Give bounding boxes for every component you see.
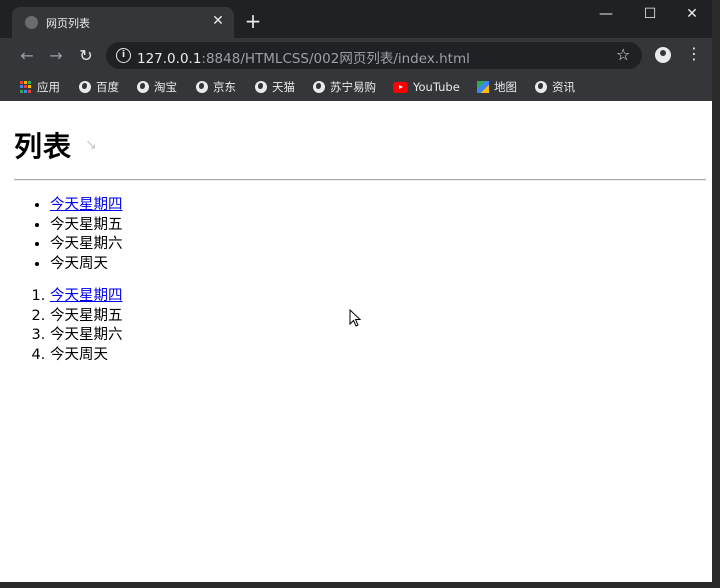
background-window-strip: [0, 582, 720, 588]
browser-toolbar: ← → ↻ i 127.0.0.1:8848/HTMLCSS/002网页列表/i…: [0, 38, 712, 73]
bookmark-youtube[interactable]: YouTube: [393, 79, 460, 95]
window-close-button[interactable]: ✕: [670, 0, 712, 30]
list-item: 今天星期六: [50, 326, 123, 346]
bookmark-label: 京东: [213, 80, 236, 94]
list-link[interactable]: 今天星期四: [50, 288, 123, 304]
maps-icon: [477, 81, 489, 93]
list-item: 今天周天: [50, 346, 123, 366]
maximize-button[interactable]: ☐: [628, 0, 672, 30]
ordered-list: 今天星期四 今天星期五 今天星期六 今天周天: [32, 287, 123, 365]
tab-active[interactable]: 网页列表 ✕: [12, 7, 234, 38]
bookmark-label: 资讯: [552, 80, 575, 94]
horizontal-rule: [14, 179, 706, 181]
globe-icon: [79, 81, 91, 93]
address-bar[interactable]: i 127.0.0.1:8848/HTMLCSS/002网页列表/index.h…: [106, 42, 642, 69]
bookmark-tmall[interactable]: 天猫: [255, 79, 295, 95]
minimize-button[interactable]: —: [584, 0, 628, 30]
bookmark-label: 苏宁易购: [330, 80, 376, 94]
new-tab-button[interactable]: +: [244, 11, 262, 31]
globe-icon: [137, 81, 149, 93]
close-icon[interactable]: ✕: [210, 13, 226, 29]
bookmark-suning[interactable]: 苏宁易购: [313, 79, 376, 95]
globe-icon: [255, 81, 267, 93]
url-text[interactable]: 127.0.0.1:8848/HTMLCSS/002网页列表/index.htm…: [137, 47, 470, 67]
bookmark-taobao[interactable]: 淘宝: [137, 79, 177, 95]
bookmark-apps[interactable]: 应用: [20, 79, 60, 95]
bookmark-label: YouTube: [413, 80, 460, 94]
apps-icon: [20, 81, 32, 93]
browser-window: 网页列表 ✕ + — ☐ ✕ ← → ↻ i 127.0.0.1:8848/HT…: [0, 0, 712, 582]
profile-avatar-icon[interactable]: [655, 47, 671, 63]
reload-button[interactable]: ↻: [76, 46, 96, 66]
bookmark-label: 地图: [494, 80, 517, 94]
browser-menu-button[interactable]: ⋮: [686, 44, 702, 63]
bookmark-label: 应用: [37, 80, 60, 94]
info-icon[interactable]: i: [116, 48, 131, 63]
mouse-cursor-icon: [349, 309, 361, 327]
bookmark-baidu[interactable]: 百度: [79, 79, 119, 95]
back-button[interactable]: ←: [17, 46, 37, 66]
list-item: 今天星期五: [50, 216, 123, 236]
bookmark-label: 天猫: [272, 80, 295, 94]
tab-title: 网页列表: [46, 17, 90, 30]
bookmark-label: 百度: [96, 80, 119, 94]
list-item[interactable]: 今天星期四: [50, 287, 123, 307]
arrow-down-right-icon: ↘: [85, 137, 97, 153]
globe-icon: [535, 81, 547, 93]
globe-icon: [196, 81, 208, 93]
unordered-list: 今天星期四 今天星期五 今天星期六 今天周天: [32, 196, 123, 274]
bookmark-maps[interactable]: 地图: [477, 79, 517, 95]
bookmark-jd[interactable]: 京东: [196, 79, 236, 95]
list-item: 今天星期五: [50, 307, 123, 327]
url-host: 127.0.0.1: [137, 51, 202, 67]
globe-icon: [25, 16, 38, 29]
page-content: 列表 ↘ 今天星期四 今天星期五 今天星期六 今天周天 今天星期四 今天星期五 …: [0, 101, 712, 582]
globe-icon: [313, 81, 325, 93]
page-title: 列表: [14, 130, 73, 163]
youtube-icon: [393, 81, 408, 93]
list-link[interactable]: 今天星期四: [50, 197, 123, 213]
bookmark-news[interactable]: 资讯: [535, 79, 575, 95]
url-path: :8848/HTMLCSS/002网页列表/index.html: [201, 51, 470, 67]
bookmarks-bar: 应用 百度 淘宝 京东 天猫 苏宁易购 YouTube 地图 资讯: [0, 73, 712, 101]
list-item[interactable]: 今天星期四: [50, 196, 123, 216]
bookmark-star-icon[interactable]: ☆: [616, 45, 630, 64]
background-window-strip: [712, 0, 720, 588]
tab-bar: 网页列表 ✕ + — ☐ ✕: [0, 0, 712, 38]
list-item: 今天星期六: [50, 235, 123, 255]
forward-button[interactable]: →: [46, 46, 66, 66]
bookmark-label: 淘宝: [154, 80, 177, 94]
list-item: 今天周天: [50, 255, 123, 275]
